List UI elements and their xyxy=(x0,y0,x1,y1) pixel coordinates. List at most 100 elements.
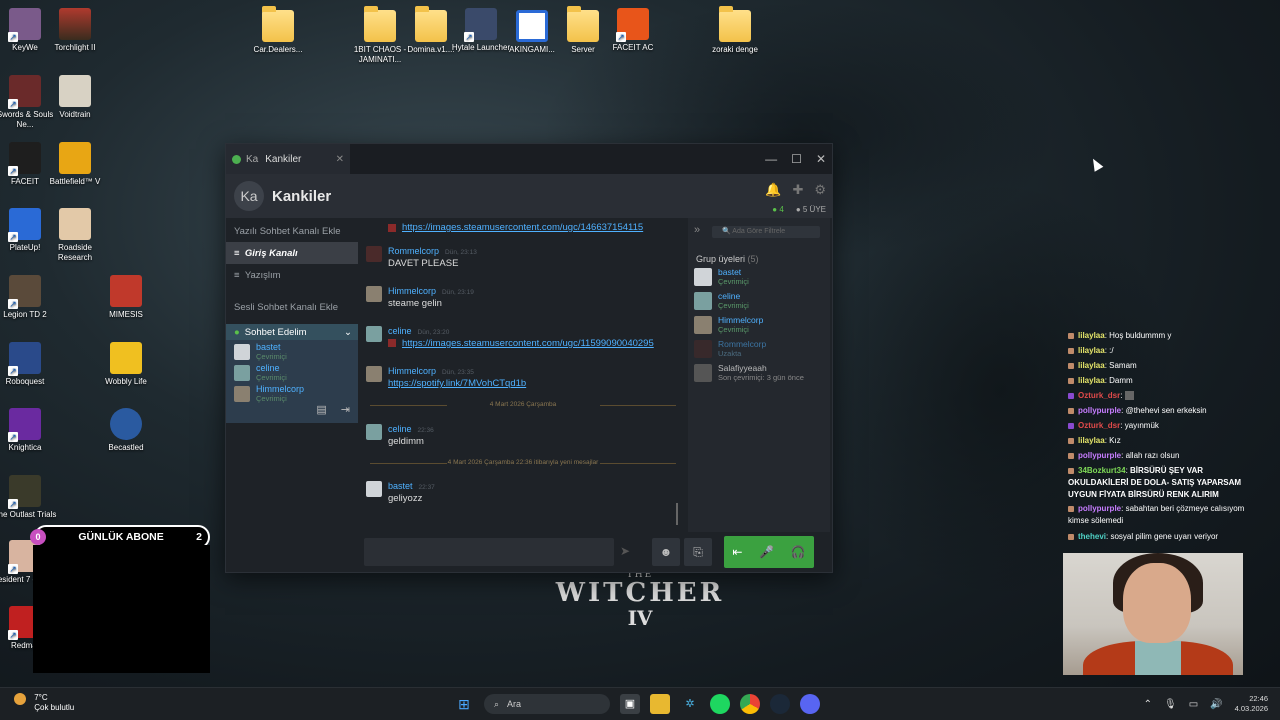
voice-settings-icon[interactable]: ▤ xyxy=(316,403,326,419)
add-voice-channel-button[interactable]: Sesli Sohbet Kanalı Ekle xyxy=(226,296,358,318)
collapse-panel-icon[interactable]: » xyxy=(694,224,700,236)
avatar xyxy=(366,326,382,342)
channel-yazislim[interactable]: ≡ Yazışlım xyxy=(226,264,358,286)
group-title: Kankiler xyxy=(272,187,332,205)
desktop-icon[interactable]: Roadside Research xyxy=(42,208,108,263)
message-link[interactable]: https://spotify.link/7MVohCTqd1b xyxy=(388,378,526,389)
desktop-icon[interactable]: Becastled xyxy=(93,408,159,453)
members-count: ● 5 ÜYE xyxy=(795,205,826,214)
windows-start-icon[interactable]: ⊞ xyxy=(454,694,474,714)
chat-line: thehevi: sosyal pilim gene uyarı veriyor xyxy=(1068,529,1248,544)
message-author[interactable]: celine xyxy=(388,326,412,336)
settings-app-icon[interactable]: ✲ xyxy=(680,694,700,714)
voice-channel-header[interactable]: ● Sohbet Edelim ⌄ xyxy=(226,324,358,340)
chat-line: lilaylaa: :/ xyxy=(1068,343,1248,358)
taskbar-search[interactable]: ⌕ Ara xyxy=(484,694,610,714)
desktop-icon[interactable]: MIMESIS xyxy=(93,275,159,320)
microphone-button[interactable]: 🎤 xyxy=(759,545,774,559)
chat-tab[interactable]: Ka Kankiler ✕ xyxy=(226,144,350,174)
discord-icon[interactable] xyxy=(800,694,820,714)
app-icon xyxy=(464,8,497,42)
member-item[interactable]: Rommelcorp Uzakta xyxy=(694,340,766,358)
window-titlebar[interactable]: Ka Kankiler ✕ — ☐ ✕ xyxy=(226,144,832,174)
members-panel: » 🔍 Ada Göre Filtrele Grup üyeleri (5) b… xyxy=(688,218,830,572)
chat-line: Ozturk_dsr: yayınmük xyxy=(1068,418,1248,433)
message-text: geldimm xyxy=(388,436,424,447)
desktop-icon[interactable]: FACEIT AC xyxy=(600,8,666,53)
tab-avatar: Ka xyxy=(246,153,259,165)
message-input[interactable] xyxy=(364,538,614,566)
message-author[interactable]: bastet xyxy=(388,481,413,491)
app-icon xyxy=(59,142,91,174)
member-item[interactable]: Salafiyyeaah Son çevrimiçi: 3 gün önce xyxy=(694,364,804,382)
desktop-icon[interactable]: zoraki denge xyxy=(702,6,768,55)
voice-member[interactable]: bastet Çevrimiçi xyxy=(226,343,358,361)
message-link[interactable]: https://images.steamusercontent.com/ugc/… xyxy=(402,338,654,349)
leave-voice-button[interactable]: ⇤ xyxy=(732,545,742,559)
desktop-icon[interactable]: Legion TD 2 xyxy=(0,275,58,320)
member-item[interactable]: bastet Çevrimiçi xyxy=(694,268,749,286)
volume-icon[interactable]: 🔊 xyxy=(1210,699,1222,710)
member-item[interactable]: Himmelcorp Çevrimiçi xyxy=(694,316,763,334)
chat-header: Ka Kankiler 🔔 ✚ ⚙ ● 4 ● 5 ÜYE xyxy=(226,174,832,218)
app-icon xyxy=(616,8,649,42)
desktop-icon[interactable]: Battlefield™ V xyxy=(42,142,108,187)
add-text-channel-button[interactable]: Yazılı Sohbet Kanalı Ekle xyxy=(226,220,358,242)
steam-icon[interactable] xyxy=(770,694,790,714)
desktop-icon[interactable]: Voidtrain xyxy=(42,75,108,120)
minimize-icon[interactable]: — xyxy=(765,152,777,166)
app-icon xyxy=(110,342,142,374)
desktop-icon[interactable]: Knightica xyxy=(0,408,58,453)
weather-widget[interactable]: 7°C Çok bulutlu xyxy=(14,693,74,713)
channel-giris[interactable]: ≡ Giriş Kanalı xyxy=(226,242,358,264)
message-area[interactable]: https://images.steamusercontent.com/ugc/… xyxy=(358,218,688,572)
desktop-icon[interactable]: Wobbly Life xyxy=(93,342,159,387)
scrollbar[interactable] xyxy=(676,503,678,525)
desktop-icon[interactable]: The Outlast Trials xyxy=(0,475,58,520)
emoji-icon[interactable]: ☻ xyxy=(652,538,680,566)
message-text: DAVET PLEASE xyxy=(388,258,459,269)
member-item[interactable]: celine Çevrimiçi xyxy=(694,292,749,310)
microphone-tray-icon[interactable]: 🎙 xyxy=(1164,699,1177,710)
avatar xyxy=(366,366,382,382)
headphones-button[interactable]: 🎧 xyxy=(791,545,806,559)
message-author[interactable]: Himmelcorp xyxy=(388,366,436,376)
chevron-down-icon[interactable]: ⌄ xyxy=(344,327,352,338)
leave-voice-icon[interactable]: ⇥ xyxy=(341,403,350,419)
message-author[interactable]: Rommelcorp xyxy=(388,246,439,256)
message-author[interactable]: Himmelcorp xyxy=(388,286,436,296)
network-icon[interactable]: ▭ xyxy=(1189,699,1198,710)
folder-icon xyxy=(364,6,396,42)
app-icon[interactable] xyxy=(710,694,730,714)
send-icon[interactable]: ➤ xyxy=(620,544,630,558)
chevron-up-icon[interactable]: ⌃ xyxy=(1144,699,1152,710)
maximize-icon[interactable]: ☐ xyxy=(791,152,802,166)
bell-icon[interactable]: 🔔 xyxy=(765,182,781,198)
message-author[interactable]: celine xyxy=(388,424,412,434)
close-icon[interactable]: ✕ xyxy=(816,152,826,166)
task-view-icon[interactable]: ▣ xyxy=(620,694,640,714)
avatar xyxy=(234,365,250,381)
voice-member[interactable]: celine Çevrimiçi xyxy=(226,364,358,382)
attach-icon[interactable]: ⎘ xyxy=(684,538,712,566)
header-actions: 🔔 ✚ ⚙ xyxy=(765,182,826,198)
invite-friend-icon[interactable]: ✚ xyxy=(792,182,803,198)
avatar xyxy=(366,286,382,302)
desktop-icon[interactable]: Roboquest xyxy=(0,342,58,387)
close-tab-icon[interactable]: ✕ xyxy=(336,154,344,165)
voice-member[interactable]: Himmelcorp Çevrimiçi xyxy=(226,385,358,403)
mouse-cursor xyxy=(1088,156,1104,172)
file-explorer-icon[interactable] xyxy=(650,694,670,714)
avatar xyxy=(694,292,712,310)
stream-overlay-box xyxy=(33,545,210,673)
chat-line: lilaylaa: Samam xyxy=(1068,358,1248,373)
emote-icon xyxy=(1124,391,1134,401)
voice-channel[interactable]: ● Sohbet Edelim ⌄ bastet Çevrimiçi celine… xyxy=(226,324,358,423)
member-filter-input[interactable]: 🔍 Ada Göre Filtrele xyxy=(712,226,820,238)
clock[interactable]: 22:46 4.03.2026 xyxy=(1235,694,1268,714)
settings-icon[interactable]: ⚙ xyxy=(814,182,826,198)
desktop-icon[interactable]: Car.Dealers... xyxy=(245,6,311,55)
desktop-icon[interactable]: Torchlight II xyxy=(42,8,108,53)
message-link[interactable]: https://images.steamusercontent.com/ugc/… xyxy=(388,222,643,233)
chrome-icon[interactable] xyxy=(740,694,760,714)
